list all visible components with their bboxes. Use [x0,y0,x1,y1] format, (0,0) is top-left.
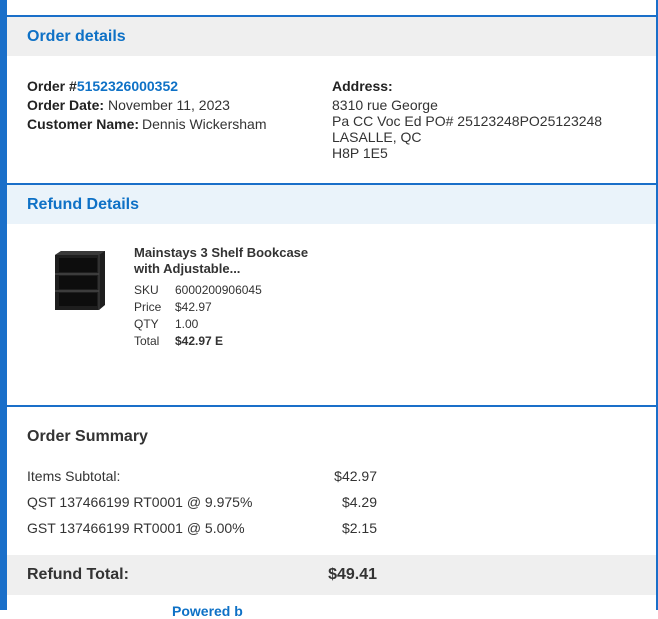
summary-row-label: Items Subtotal: [27,468,121,484]
summary-row-label: QST 137466199 RT0001 @ 9.975% [27,494,253,510]
price-value: $42.97 [175,300,212,314]
summary-row-value: $2.15 [341,520,377,536]
qty-label: QTY [134,317,159,331]
refund-details-header: Refund Details [7,185,656,224]
refund-details-title: Refund Details [27,196,140,213]
customer-name-label: Customer Name: [27,116,140,132]
address-line: 8310 rue George [332,97,438,113]
refund-total-value: $49.41 [328,566,377,583]
address-line: Pa CC Voc Ed PO# 25123248PO25123248 [332,113,603,129]
order-details-header: Order details [7,17,656,56]
sku-value: 6000200906045 [175,283,262,297]
summary-row-value: $4.29 [341,494,377,510]
summary-row-value: $42.97 [334,468,377,484]
order-number-link[interactable]: 5152326000352 [77,78,178,94]
total-value: $42.97 E [175,334,224,348]
order-number-label: Order # [27,78,77,94]
address-line: LASALLE, QC [332,129,422,145]
qty-value: 1.00 [175,317,199,331]
product-name-link[interactable]: Mainstays 3 Shelf Bookcase with Adjustab… [134,245,334,277]
summary-row-label: GST 137466199 RT0001 @ 5.00% [27,520,245,536]
price-label: Price [134,300,162,314]
divider [7,405,656,407]
total-label: Total [134,334,160,348]
order-details-title: Order details [27,28,126,45]
order-summary-title: Order Summary [27,428,148,445]
order-date-value: November 11, 2023 [108,97,230,113]
address-label: Address: [332,78,393,94]
refund-total-label: Refund Total: [27,566,129,583]
footer-link[interactable]: Powered b [172,603,243,619]
customer-name-value: Dennis Wickersham [142,116,267,132]
bookcase-thumbnail-icon[interactable] [53,249,107,312]
order-number-row: Order #5152326000352 [27,78,178,94]
address-line: H8P 1E5 [332,145,388,161]
order-date-label: Order Date: [27,97,105,113]
left-border [0,0,7,610]
sku-label: SKU [134,283,159,297]
